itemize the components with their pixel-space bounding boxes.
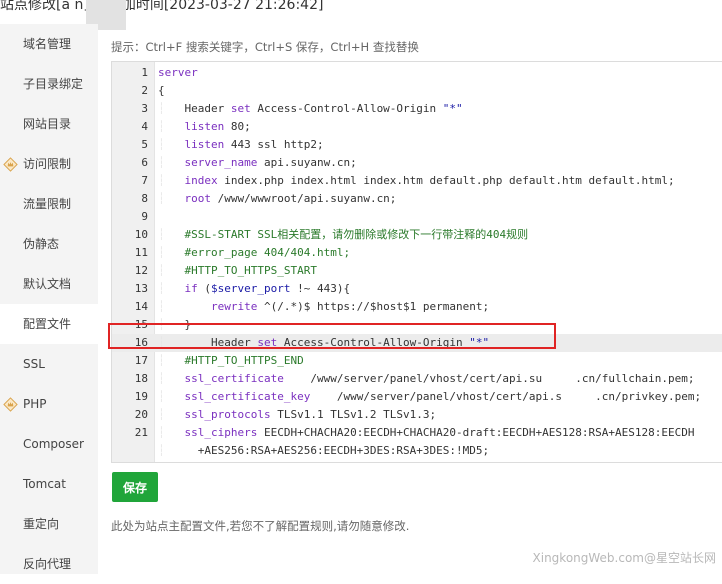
- code-line[interactable]: 2{: [112, 82, 722, 100]
- line-number: 7: [141, 174, 148, 187]
- code-line[interactable]: 9: [112, 208, 722, 226]
- sidebar-item-label: Tomcat: [23, 477, 66, 491]
- line-number: 12: [134, 264, 148, 277]
- sidebar-item-label: Composer: [23, 437, 84, 451]
- code-line[interactable]: ┆ +AES256:RSA+AES256:EECDH+3DES:RSA+3DES…: [112, 442, 722, 460]
- line-code: ┆ server_name api.suyanw.cn;: [158, 156, 357, 169]
- sidebar-item-label: 网站目录: [23, 117, 72, 131]
- sidebar-item-3[interactable]: 访问限制: [0, 144, 98, 184]
- sidebar-item-10[interactable]: Composer: [0, 424, 98, 464]
- sidebar-item-label: 子目录绑定: [23, 77, 84, 91]
- sidebar-item-label: 重定向: [23, 517, 60, 531]
- config-note: 此处为站点主配置文件,若您不了解配置规则,请勿随意修改.: [111, 519, 410, 533]
- sidebar-item-8[interactable]: SSL: [0, 344, 98, 384]
- line-number: 13: [134, 282, 148, 295]
- line-number: 4: [141, 120, 148, 133]
- window-titlebar: 站点修改[a n] -- 添加时间[2023-03-27 21:26:42]: [0, 0, 722, 30]
- sidebar-item-6[interactable]: 默认文档: [0, 264, 98, 304]
- hint-text: 提示：Ctrl+F 搜索关键字，Ctrl+S 保存，Ctrl+H 查找替换: [111, 40, 419, 54]
- code-line[interactable]: 13 ┆ if ($server_port !~ 443){: [112, 280, 722, 298]
- code-line[interactable]: 5 ┆ listen 443 ssl http2;: [112, 136, 722, 154]
- line-code: ┆ listen 80;: [158, 120, 251, 133]
- code-line[interactable]: 18 ┆ ssl_certificate /www/server/panel/vh…: [112, 370, 722, 388]
- line-code: ┆ ssl_certificate_key /www/server/panel/…: [158, 390, 702, 403]
- line-number: 21: [134, 426, 148, 439]
- code-line[interactable]: 10 ┆ #SSL-START SSL相关配置，请勿删除或修改下一行带注释的404…: [112, 226, 722, 244]
- line-code: ┆ ssl_protocols TLSv1.1 TLSv1.2 TLSv1.3;: [158, 408, 437, 421]
- line-number: 3: [141, 102, 148, 115]
- code-line[interactable]: 17 ┆ #HTTP_TO_HTTPS_END: [112, 352, 722, 370]
- line-code: ┆ if ($server_port !~ 443){: [158, 282, 351, 295]
- line-number: 14: [134, 300, 148, 313]
- config-editor[interactable]: 1 server 2{3 ┆ Header set Access-Control-Al…: [111, 61, 722, 463]
- code-line[interactable]: 8 ┆ root /www/wwwroot/api.suyanw.cn;: [112, 190, 722, 208]
- line-number: 8: [141, 192, 148, 205]
- line-code: ┆ #HTTP_TO_HTTPS_END: [158, 354, 304, 367]
- line-code: ┆ root /www/wwwroot/api.suyanw.cn;: [158, 192, 397, 205]
- line-code: ┆ Header set Access-Control-Allow-Origin…: [158, 102, 463, 115]
- code-line[interactable]: 21 ┆ ssl_ciphers EECDH+CHACHA20:EECDH+CHA…: [112, 424, 722, 442]
- code-line[interactable]: 11 ┆ #error_page 404/404.html;: [112, 244, 722, 262]
- line-number: 11: [134, 246, 148, 259]
- line-number: 10: [134, 228, 148, 241]
- sidebar-item-5[interactable]: 伪静态: [0, 224, 98, 264]
- sidebar-item-label: 默认文档: [23, 277, 72, 291]
- sidebar-item-label: 伪静态: [23, 237, 60, 251]
- line-code: ┆ ssl_certificate /www/server/panel/vhos…: [158, 372, 695, 385]
- line-code: {: [158, 84, 165, 97]
- code-line[interactable]: 4 ┆ listen 80;: [112, 118, 722, 136]
- code-line[interactable]: 6 ┆ server_name api.suyanw.cn;: [112, 154, 722, 172]
- line-number: 20: [134, 408, 148, 421]
- sidebar-item-9[interactable]: PHP: [0, 384, 98, 424]
- sidebar-item-7[interactable]: 配置文件: [0, 304, 98, 344]
- code-line[interactable]: 20 ┆ ssl_protocols TLSv1.1 TLSv1.2 TLSv1.…: [112, 406, 722, 424]
- sidebar-item-2[interactable]: 网站目录: [0, 104, 98, 144]
- sidebar-item-label: 流量限制: [23, 197, 72, 211]
- sidebar-item-label: 访问限制: [23, 157, 72, 171]
- line-number: 9: [141, 210, 148, 223]
- line-code: ┆ ssl_ciphers EECDH+CHACHA20:EECDH+CHACH…: [158, 426, 695, 439]
- line-number: 6: [141, 156, 148, 169]
- vip-crown-icon: [3, 157, 18, 172]
- sidebar-item-label: 配置文件: [23, 317, 72, 331]
- code-line[interactable]: 14 ┆ rewrite ^(/.*)$ https://$host$1 perm…: [112, 298, 722, 316]
- highlight-annotation-box: [108, 323, 556, 349]
- watermark: XingkongWeb.com@星空站长网: [532, 551, 716, 565]
- line-code: ┆ index index.php index.html index.htm d…: [158, 174, 675, 187]
- code-line[interactable]: 12 ┆ #HTTP_TO_HTTPS_START: [112, 262, 722, 280]
- save-button[interactable]: 保存: [112, 472, 158, 502]
- sidebar-item-13[interactable]: 反向代理: [0, 544, 98, 584]
- line-code: ┆ #HTTP_TO_HTTPS_START: [158, 264, 317, 277]
- code-line[interactable]: 3 ┆ Header set Access-Control-Allow-Origi…: [112, 100, 722, 118]
- sidebar-item-label: 反向代理: [23, 557, 72, 571]
- line-number: 17: [134, 354, 148, 367]
- line-number: 5: [141, 138, 148, 151]
- sidebar-item-4[interactable]: 流量限制: [0, 184, 98, 224]
- code-line[interactable]: 19 ┆ ssl_certificate_key /www/server/pane…: [112, 388, 722, 406]
- code-line[interactable]: 1 server: [112, 64, 722, 82]
- line-number: 18: [134, 372, 148, 385]
- line-code: ┆ #error_page 404/404.html;: [158, 246, 351, 259]
- line-code: ┆ #SSL-START SSL相关配置，请勿删除或修改下一行带注释的404规则: [158, 228, 529, 241]
- sidebar-item-12[interactable]: 重定向: [0, 504, 98, 544]
- sidebar-item-label: SSL: [23, 357, 45, 371]
- line-code: ┆ listen 443 ssl http2;: [158, 138, 324, 151]
- vip-crown-icon: [3, 397, 18, 412]
- sidebar-item-0[interactable]: 域名管理: [0, 24, 98, 64]
- line-code: ┆ rewrite ^(/.*)$ https://$host$1 perman…: [158, 300, 490, 313]
- line-number: 2: [141, 84, 148, 97]
- line-code: server: [158, 66, 198, 79]
- line-number: 1: [141, 66, 148, 79]
- line-code: ┆ +AES256:RSA+AES256:EECDH+3DES:RSA+3DES…: [158, 444, 490, 457]
- window-title: 站点修改[a n] -- 添加时间[2023-03-27 21:26:42]: [0, 0, 324, 13]
- sidebar-item-11[interactable]: Tomcat: [0, 464, 98, 504]
- code-line[interactable]: 7 ┆ index index.php index.html index.htm …: [112, 172, 722, 190]
- sidebar-item-1[interactable]: 子目录绑定: [0, 64, 98, 104]
- sidebar-item-label: 域名管理: [23, 37, 72, 51]
- sidebar: 域名管理子目录绑定网站目录访问限制流量限制伪静态默认文档配置文件 SSL PHP Co…: [0, 24, 98, 574]
- sidebar-item-label: PHP: [23, 397, 47, 411]
- line-number: 19: [134, 390, 148, 403]
